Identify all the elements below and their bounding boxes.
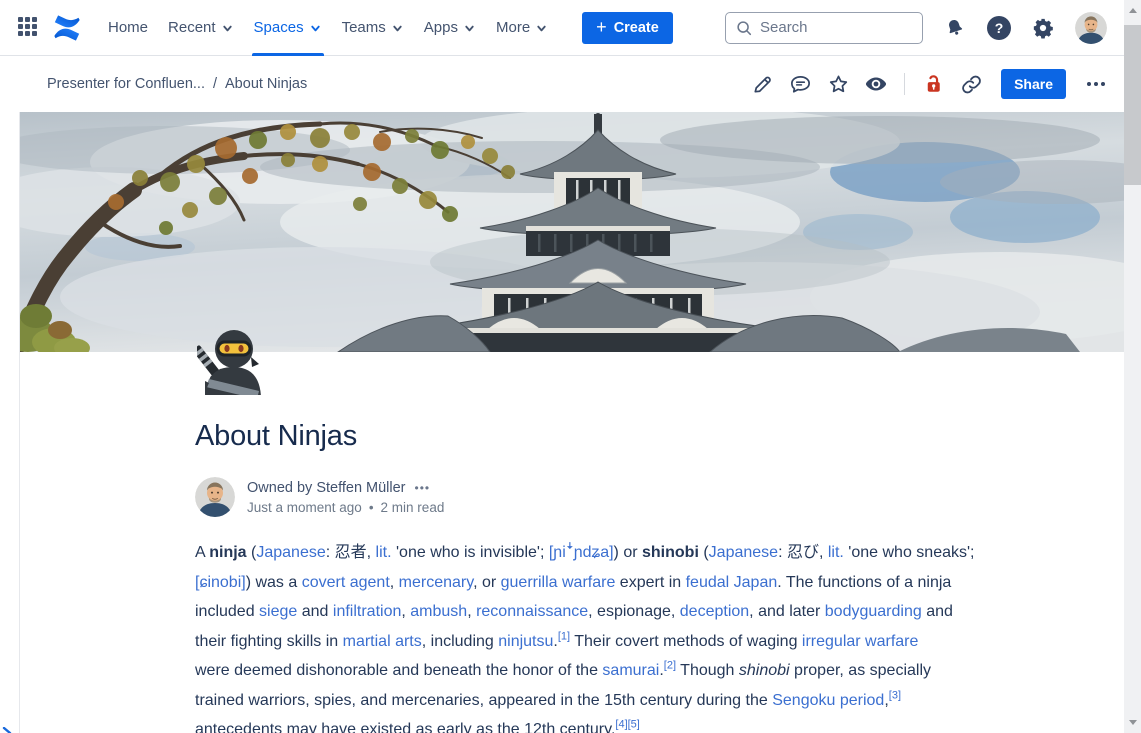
article-link[interactable]: irregular warfare [802,633,918,650]
article-link[interactable]: deception [680,603,749,620]
favorite-star-icon[interactable] [822,68,854,100]
article-link[interactable]: bodyguarding [825,603,922,620]
article-link[interactable]: samurai [602,662,659,679]
scrollbar-thumb[interactable] [1124,25,1141,185]
article-link[interactable]: feudal Japan [686,574,778,591]
scrollbar-up-arrow[interactable] [1124,2,1141,19]
watch-eye-icon[interactable] [860,68,892,100]
article-link[interactable]: infiltration [333,603,401,620]
restrictions-unlock-icon[interactable] [917,68,949,100]
top-navigation: Home Recent Spaces Teams Apps More [0,0,1141,56]
scrollbar[interactable] [1124,0,1141,733]
owner-label: Owned by Steffen Müller [247,478,406,498]
article-ref-link[interactable]: [3] [889,689,901,701]
help-icon[interactable]: ? [987,16,1011,40]
article-link[interactable]: lit. [376,544,392,561]
breadcrumb: Presenter for Confluen... / About Ninjas [47,76,307,92]
article-link[interactable]: Sengoku period [772,692,884,709]
article-link[interactable]: Japanese [256,544,325,561]
byline-more-button[interactable]: ••• [415,478,431,498]
article-ref-link[interactable]: [1] [558,630,570,642]
article-link[interactable]: mercenary [399,574,473,591]
article-ref-link[interactable]: [4] [615,719,627,731]
more-actions-icon[interactable] [1080,68,1112,100]
byline-text: Owned by Steffen Müller ••• Just a momen… [247,478,444,517]
page-header-bar: Presenter for Confluen... / About Ninjas [0,56,1124,112]
sidebar-rail-divider [19,56,20,733]
article-link[interactable]: covert agent [302,574,390,591]
nav-apps[interactable]: Apps [414,0,486,56]
chevron-down-icon [463,22,476,35]
cover-image [20,112,1124,352]
comment-icon[interactable] [784,68,816,100]
search-box[interactable] [725,12,923,44]
article-ref-link[interactable]: [5] [628,719,640,731]
nav-teams[interactable]: Teams [332,0,414,56]
breadcrumb-space-link[interactable]: Presenter for Confluen... [47,76,205,92]
user-avatar[interactable] [1075,12,1107,44]
settings-gear-icon[interactable] [1031,16,1055,40]
author-avatar[interactable] [195,477,235,517]
article-paragraph: A ninja (Japanese: 忍者, lit. 'one who is … [195,538,1055,733]
nav-home[interactable]: Home [98,0,158,56]
copy-link-icon[interactable] [955,68,987,100]
article-link[interactable]: reconnaissance [476,603,588,620]
nav-right-group: ? [725,12,1107,44]
confluence-logo-icon[interactable] [52,13,82,43]
article-link[interactable]: Japanese [709,544,778,561]
search-icon [735,19,753,37]
breadcrumb-page-link[interactable]: About Ninjas [225,76,307,92]
page-actions: Share [746,68,1124,100]
breadcrumb-separator: / [213,76,217,92]
create-button[interactable]: + Create [582,12,673,44]
app-switcher-icon[interactable] [18,17,39,38]
cut-off-chevron-icon [1,726,13,733]
meta-separator: • [369,498,374,517]
chevron-down-icon [535,22,548,35]
article-link[interactable]: ninjutsu [498,633,553,650]
edit-pencil-icon[interactable] [746,68,778,100]
article-ref-link[interactable]: [2] [664,660,676,672]
search-input[interactable] [760,19,913,36]
article-link[interactable]: siege [259,603,297,620]
plus-icon: + [596,18,607,36]
actions-divider [904,73,905,95]
updated-timestamp: Just a moment ago [247,498,362,517]
article-link[interactable]: ambush [410,603,467,620]
byline: Owned by Steffen Müller ••• Just a momen… [195,477,444,517]
page-title: About Ninjas [195,420,357,453]
nav-recent[interactable]: Recent [158,0,244,56]
article-link[interactable]: guerrilla warfare [501,574,616,591]
notifications-icon[interactable] [943,16,967,40]
article-link[interactable]: [ɲiꜜɲdʑa] [549,544,614,561]
nav-more[interactable]: More [486,0,558,56]
read-time: 2 min read [381,498,445,517]
confluence-app: Home Recent Spaces Teams Apps More [0,0,1141,733]
share-button[interactable]: Share [1001,69,1066,99]
chevron-down-icon [309,22,322,35]
primary-nav: Home Recent Spaces Teams Apps More [98,0,558,56]
article-link[interactable]: [ɕinobi] [195,574,246,591]
page-emoji-ninja-icon[interactable] [197,323,269,395]
chevron-down-icon [391,22,404,35]
article-link[interactable]: martial arts [343,633,422,650]
article-link[interactable]: lit. [828,544,844,561]
chevron-down-icon [221,22,234,35]
scrollbar-down-arrow[interactable] [1124,714,1141,731]
nav-spaces[interactable]: Spaces [244,0,332,56]
